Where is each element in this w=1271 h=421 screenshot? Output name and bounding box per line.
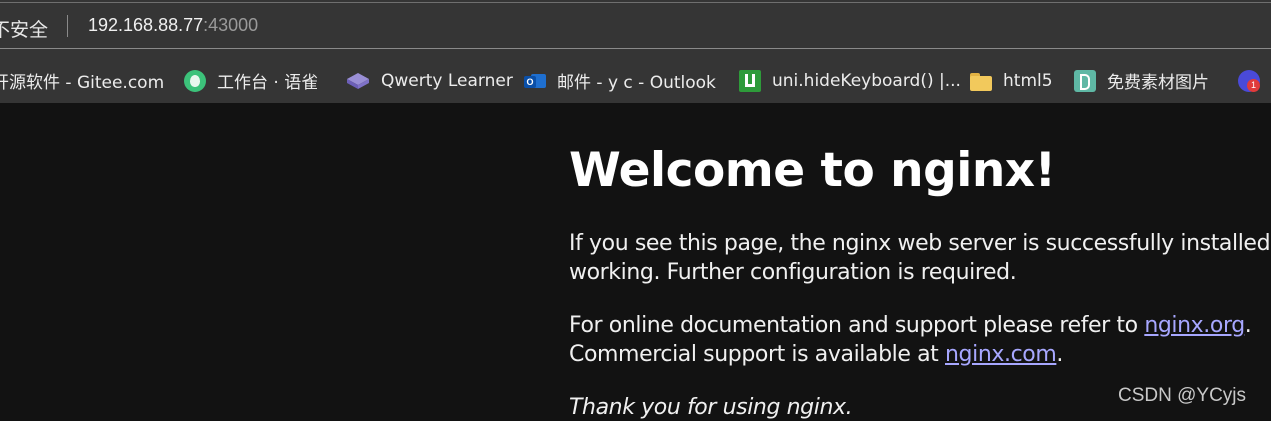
bookmark-label: 开源软件 - Gitee.com [0,73,165,93]
bookmark-outlook[interactable]: O 邮件 - y c - Outlook [524,58,716,103]
install-message: If you see this page, the nginx web serv… [569,229,1271,287]
yuque-icon [184,69,206,92]
nginx-org-link[interactable]: nginx.org [1144,313,1245,338]
bookmark-gitee[interactable]: 开源软件 - Gitee.com [0,58,164,103]
bookmark-free-images[interactable]: 免费素材图片 [1074,58,1209,103]
nginx-com-link[interactable]: nginx.com [945,342,1057,367]
extension-icon: 1 [1238,69,1260,92]
notification-badge: 1 [1247,78,1260,92]
bookmark-yuque[interactable]: 工作台 · 语雀 [184,58,318,103]
folder-icon [970,70,992,92]
security-indicator[interactable]: 不安全 [0,15,48,42]
bookmark-folder-html5[interactable]: html5 [970,58,1053,103]
docs-message-line-1: For online documentation and support ple… [569,311,1252,340]
url-port: :43000 [203,15,259,35]
sucai-icon [1074,69,1096,92]
bookmark-uni-hidekeyboard[interactable]: uni.hideKeyboard() |... [739,58,961,103]
address-bar-bottom-border [0,48,1271,49]
bookmark-label: 邮件 - y c - Outlook [557,73,716,93]
outlook-icon: O [524,70,546,92]
bookmark-label: html5 [1003,70,1053,91]
page-title: Welcome to nginx! [569,143,1056,198]
url-divider [67,15,68,37]
install-message-line-2: working. Further configuration is requir… [569,260,1017,285]
page-content: Welcome to nginx! If you see this page, … [0,103,1271,421]
address-bar: 不安全 192.168.88.77:43000 [0,0,1271,58]
docs-message: For online documentation and support ple… [569,311,1252,369]
bookmark-extension[interactable]: 1 [1238,58,1271,103]
install-message-line-1: If you see this page, the nginx web serv… [569,231,1271,256]
bookmark-label: 免费素材图片 [1107,73,1209,93]
watermark: CSDN @YCyjs [1118,385,1247,406]
commercial-text-end: . [1056,342,1063,367]
bookmark-label: uni.hideKeyboard() |... [772,70,961,91]
docs-message-line-2: Commercial support is available at nginx… [569,340,1251,369]
url-field[interactable]: 192.168.88.77:43000 [88,15,258,36]
commercial-text: Commercial support is available at [569,342,945,367]
bookmark-label: Qwerty Learner [381,70,513,91]
bookmarks-bar: 开源软件 - Gitee.com 工作台 · 语雀 Qwerty Learner… [0,58,1271,103]
address-bar-top-border [0,2,1271,3]
thanks-message: Thank you for using nginx. [569,395,853,420]
docs-text-end: . [1244,313,1252,338]
url-host: 192.168.88.77 [88,15,204,35]
docs-text: For online documentation and support ple… [569,313,1145,338]
bookmark-label: 工作台 · 语雀 [217,73,319,93]
uniapp-icon [739,69,761,92]
keyboard-icon [346,70,370,92]
bookmark-qwerty-learner[interactable]: Qwerty Learner [346,58,513,103]
browser-window: 不安全 192.168.88.77:43000 开源软件 - Gitee.com… [0,0,1271,421]
